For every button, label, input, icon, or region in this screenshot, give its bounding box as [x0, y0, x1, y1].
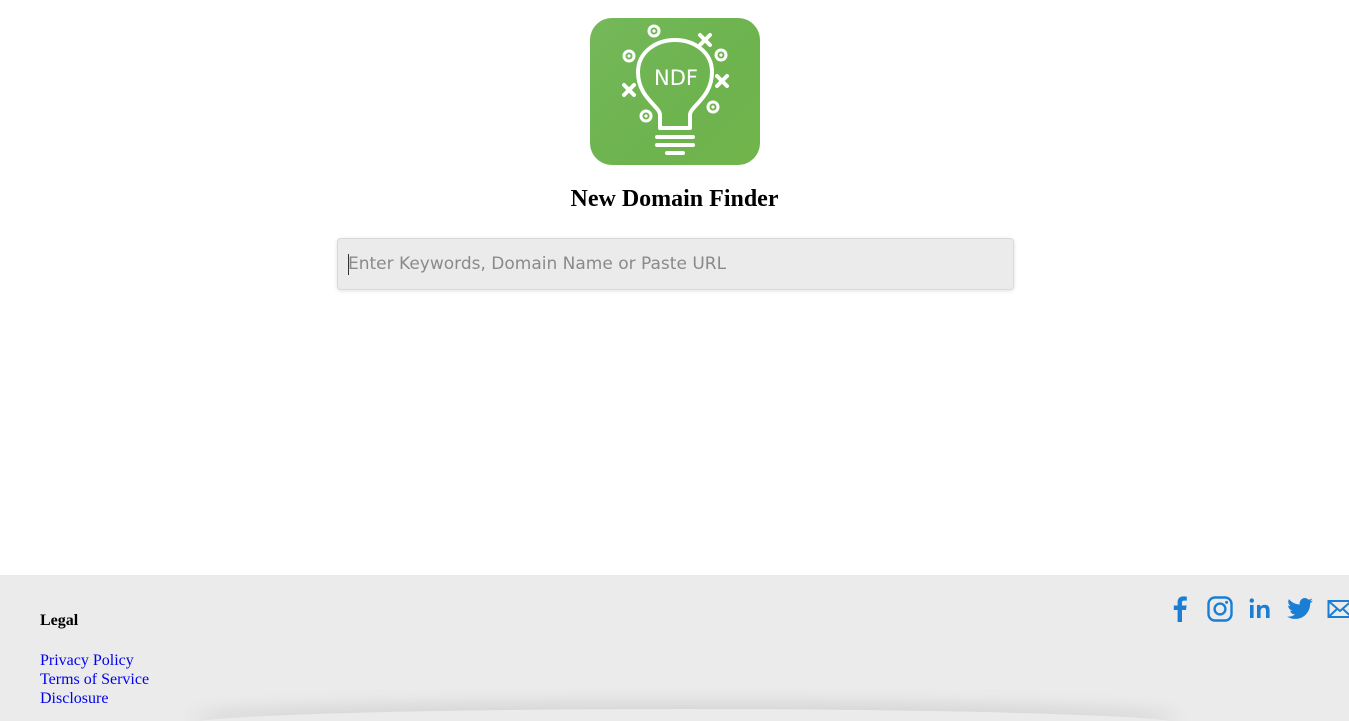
search-input[interactable] [337, 238, 1014, 290]
page: NDF New Domain Finder Legal Privacy Poli… [0, 0, 1349, 721]
lightbulb-icon: NDF [622, 24, 729, 155]
terms-of-service-link[interactable]: Terms of Service [40, 671, 149, 688]
twitter-icon[interactable] [1280, 595, 1320, 623]
legal-heading: Legal [40, 612, 79, 629]
legal-link-item: Privacy Policy [40, 651, 149, 670]
disclosure-link[interactable]: Disclosure [40, 690, 108, 707]
text-caret [348, 254, 349, 275]
linkedin-icon[interactable] [1240, 595, 1280, 623]
privacy-policy-link[interactable]: Privacy Policy [40, 652, 134, 669]
logo-text: NDF [654, 66, 698, 90]
footer-shadow [190, 709, 1180, 721]
social-links [1160, 595, 1349, 623]
instagram-icon[interactable] [1200, 595, 1240, 623]
page-title: New Domain Finder [570, 186, 779, 212]
ndf-logo[interactable]: NDF [590, 18, 760, 165]
facebook-icon[interactable] [1160, 595, 1200, 623]
legal-links: Privacy Policy Terms of Service Disclosu… [40, 651, 149, 708]
legal-link-item: Disclosure [40, 689, 149, 708]
email-icon[interactable] [1320, 595, 1349, 623]
legal-link-item: Terms of Service [40, 670, 149, 689]
search-box [337, 238, 1014, 290]
footer: Legal Privacy Policy Terms of Service Di… [0, 575, 1349, 721]
